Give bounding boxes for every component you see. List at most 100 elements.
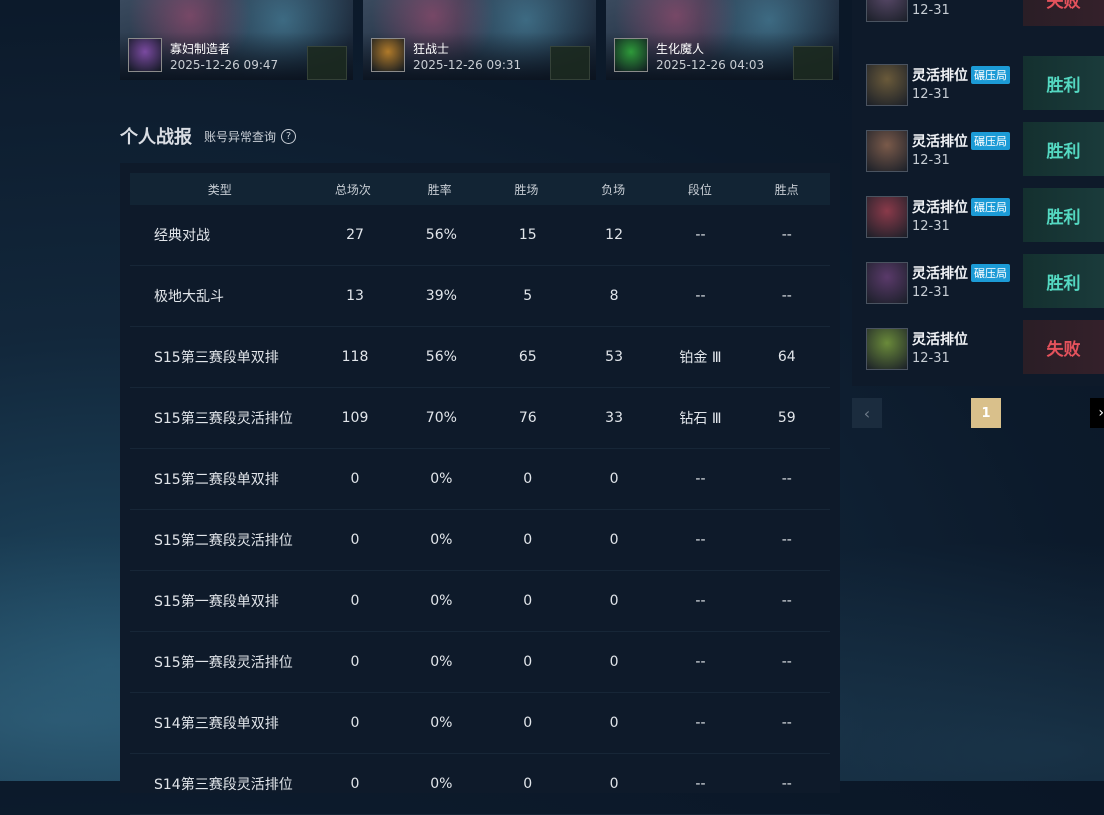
match-tag-badge: 碾压局 xyxy=(971,132,1010,150)
match-result: 胜利 xyxy=(1023,188,1104,242)
table-cell: -- xyxy=(695,654,706,670)
game-time: 2025-12-26 09:47 xyxy=(170,58,279,72)
table-cell: 70% xyxy=(425,410,457,426)
champion-avatar xyxy=(866,328,908,370)
champion-name: 狂战士 xyxy=(413,42,450,56)
table-cell: 0 xyxy=(350,715,360,731)
table-cell: -- xyxy=(695,593,706,609)
table-row: S15第一赛段单双排 0 0% 0 0 -- -- xyxy=(130,571,830,632)
match-tag-badge: 碾压局 xyxy=(971,264,1010,282)
table-cell: 0 xyxy=(523,471,533,487)
match-item[interactable]: 灵活排位 12-31 胜利 碾压局 xyxy=(852,186,1104,252)
table-cell: 0 xyxy=(609,654,619,670)
table-cell: 118 xyxy=(341,349,369,365)
table-cell: 0 xyxy=(609,776,619,792)
table-cell: S14第三赛段单双排 xyxy=(154,716,279,732)
recent-game-card[interactable]: 生化魔人 2025-12-26 04:03 xyxy=(606,0,839,80)
table-row: S15第二赛段单双排 0 0% 0 0 -- -- xyxy=(130,449,830,510)
stats-table: 类型 总场次 胜率 胜场 负场 段位 胜点 经典对战 27 56% 15 12 -- -- 极地大乱斗 13… xyxy=(120,163,840,815)
table-cell: 经典对战 xyxy=(154,228,210,244)
column-header: 总场次 xyxy=(334,182,371,197)
game-time: 2025-12-26 04:03 xyxy=(656,58,765,72)
help-icon[interactable]: ? xyxy=(281,129,297,144)
table-cell: -- xyxy=(695,776,706,792)
table-row: 极地大乱斗 13 39% 5 8 -- -- xyxy=(130,266,830,327)
table-cell: 0% xyxy=(430,715,453,731)
table-cell: 0 xyxy=(523,532,533,548)
match-item[interactable]: 灵活排位12-31失败尽力局 xyxy=(852,0,1104,36)
table-row: S15第一赛段灵活排位 0 0% 0 0 -- -- xyxy=(130,632,830,693)
column-header: 负场 xyxy=(601,182,626,197)
champion-avatar xyxy=(866,130,908,172)
table-row: S14第三赛段灵活排位 0 0% 0 0 -- -- xyxy=(130,754,830,815)
table-cell: 0 xyxy=(350,654,360,670)
champion-avatar xyxy=(866,0,908,22)
table-cell: S15第二赛段灵活排位 xyxy=(154,533,293,549)
recent-game-card[interactable]: 狂战士 2025-12-26 09:31 xyxy=(363,0,596,80)
game-time: 2025-12-26 09:31 xyxy=(413,58,522,72)
table-cell: 0 xyxy=(609,471,619,487)
table-cell: 56% xyxy=(425,349,457,365)
table-row: S15第三赛段灵活排位 109 70% 76 33 钻石 Ⅲ 59 xyxy=(130,388,830,449)
table-cell: 33 xyxy=(605,410,623,426)
table-row: S15第二赛段灵活排位 0 0% 0 0 -- -- xyxy=(130,510,830,571)
table-cell: 12 xyxy=(605,227,623,243)
table-cell: -- xyxy=(695,227,706,243)
table-cell: 5 xyxy=(523,288,533,304)
column-header: 胜点 xyxy=(774,182,799,197)
match-result: 胜利 xyxy=(1023,122,1104,176)
table-cell: 8 xyxy=(609,288,619,304)
match-result: 胜利 xyxy=(1023,56,1104,110)
table-cell: 0% xyxy=(430,532,453,548)
match-mode: 灵活排位 xyxy=(912,200,968,216)
champion-avatar xyxy=(866,262,908,304)
match-item[interactable]: 灵活排位 12-31 胜利 碾压局 xyxy=(852,54,1104,120)
table-cell: 铂金 Ⅲ xyxy=(679,350,722,366)
match-mode: 灵活排位 xyxy=(912,266,968,282)
table-cell: -- xyxy=(781,593,792,609)
table-cell: 极地大乱斗 xyxy=(154,289,224,305)
match-history-list: 灵活排位12-31失败尽力局灵活排位12-31胜利碾压局灵活排位12-31胜利碾… xyxy=(852,0,1104,386)
table-header: 类型 总场次 胜率 胜场 负场 段位 胜点 xyxy=(130,173,830,205)
table-cell: 0 xyxy=(523,654,533,670)
table-cell: -- xyxy=(781,715,792,731)
table-cell: -- xyxy=(781,654,792,670)
table-cell: 0% xyxy=(430,776,453,792)
table-cell: -- xyxy=(695,288,706,304)
table-cell: 钻石 Ⅲ xyxy=(679,411,722,427)
table-row: S14第三赛段单双排 0 0% 0 0 -- -- xyxy=(130,693,830,754)
pagination-next-button[interactable]: › xyxy=(1090,398,1104,428)
table-cell: 0 xyxy=(350,593,360,609)
table-cell: 0 xyxy=(523,593,533,609)
table-cell: S15第一赛段单双排 xyxy=(154,594,279,610)
table-row: 经典对战 27 56% 15 12 -- -- xyxy=(130,205,830,266)
match-date: 12-31 xyxy=(912,219,950,234)
table-cell: 53 xyxy=(605,349,623,365)
recent-games-strip: 寡妇制造者 2025-12-26 09:47 狂战士 2025-12-26 09:31… xyxy=(120,0,839,80)
account-abnormal-link[interactable]: 账号异常查询 ? xyxy=(204,128,297,145)
column-header: 类型 xyxy=(207,182,232,197)
table-cell: 59 xyxy=(777,410,796,426)
match-mode: 灵活排位 xyxy=(912,68,968,84)
table-cell: 0 xyxy=(523,715,533,731)
table-cell: -- xyxy=(781,532,792,548)
match-date: 12-31 xyxy=(912,87,950,102)
champion-avatar xyxy=(866,64,908,106)
recent-game-card[interactable]: 寡妇制造者 2025-12-26 09:47 xyxy=(120,0,353,80)
table-cell: -- xyxy=(781,471,792,487)
match-item[interactable]: 灵活排位 12-31 失败 xyxy=(852,318,1104,384)
table-cell: 0 xyxy=(609,532,619,548)
pagination-prev-button[interactable]: ‹ xyxy=(852,398,882,428)
table-cell: 27 xyxy=(346,227,364,243)
table-cell: -- xyxy=(695,715,706,731)
pagination-page-1[interactable]: 1 xyxy=(971,398,1001,428)
table-cell: 0% xyxy=(430,593,453,609)
match-item[interactable]: 灵活排位 12-31 胜利 碾压局 xyxy=(852,120,1104,186)
champion-avatar xyxy=(614,38,648,72)
match-result: 失败 xyxy=(1023,0,1104,26)
match-item[interactable]: 灵活排位 12-31 胜利 碾压局 xyxy=(852,252,1104,318)
table-cell: S15第一赛段灵活排位 xyxy=(154,655,293,671)
table-cell: 76 xyxy=(518,410,537,426)
table-cell: 0 xyxy=(350,471,360,487)
table-cell: 0% xyxy=(430,654,453,670)
